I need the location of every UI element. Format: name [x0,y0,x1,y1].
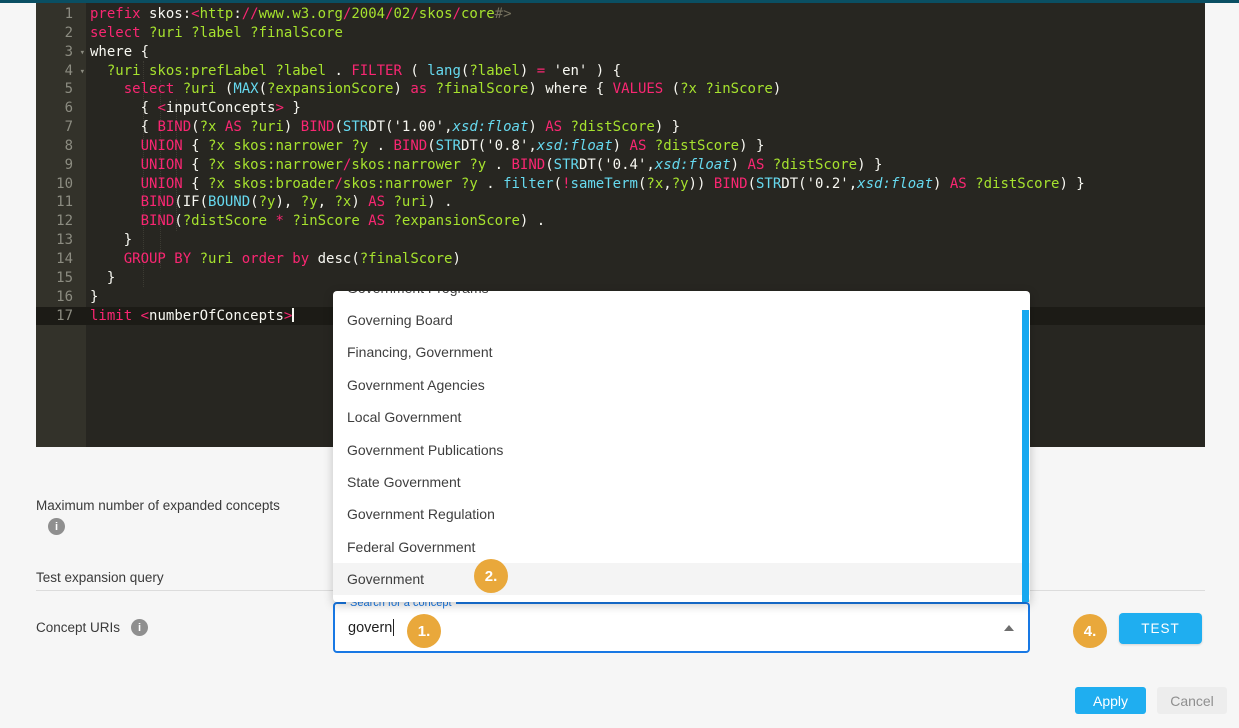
concept-search-input[interactable]: govern [348,604,394,651]
line-number: 9 [36,156,86,175]
dropdown-option[interactable]: Government Regulation [333,498,1030,530]
line-number: 5 [36,80,86,99]
concept-uris-label: Concept URIs [36,620,120,635]
line-number: 17 [36,307,86,326]
code-line[interactable]: 9 UNION { ?x skos:narrower/skos:narrower… [36,156,1205,175]
concept-search-value: govern [348,620,392,636]
code-line[interactable]: 7 { BIND(?x AS ?uri) BIND(STRDT('1.00',x… [36,118,1205,137]
fold-arrow-icon[interactable]: ▾ [80,63,85,82]
code-line[interactable]: 3▾where { [36,43,1205,62]
info-icon[interactable]: i [131,619,148,636]
fold-arrow-icon[interactable]: ▾ [80,44,85,63]
line-number: 10 [36,175,86,194]
code-line[interactable]: 6 { <inputConcepts> } [36,99,1205,118]
code-line[interactable]: 10 UNION { ?x skos:broader/skos:narrower… [36,175,1205,194]
cancel-button[interactable]: Cancel [1157,687,1227,714]
dropdown-option[interactable]: State Government [333,466,1030,498]
line-number: 4▾ [36,62,86,81]
step-badge-2: 2. [474,559,508,593]
dropdown-option[interactable]: Government Publications [333,433,1030,465]
info-icon-glyph: i [138,622,141,634]
code-line[interactable]: 13 } [36,231,1205,250]
step-badge-1: 1. [407,614,441,648]
concept-dropdown-list: Government ProgramsGoverning BoardFinanc… [333,291,1030,595]
editor-caret [292,308,294,322]
collapse-arrow-icon[interactable] [1004,625,1014,631]
dropdown-option[interactable]: Local Government [333,401,1030,433]
line-number: 2 [36,24,86,43]
line-number: 1 [36,5,86,24]
line-number: 6 [36,99,86,118]
dropdown-option[interactable]: Government Agencies [333,369,1030,401]
code-line[interactable]: 11 BIND(IF(BOUND(?y), ?y, ?x) AS ?uri) . [36,193,1205,212]
test-expansion-query-label: Test expansion query [36,570,164,585]
code-line[interactable]: 2select ?uri ?label ?finalScore [36,24,1205,43]
line-number: 8 [36,137,86,156]
code-line[interactable]: 14 GROUP BY ?uri order by desc(?finalSco… [36,250,1205,269]
line-number: 14 [36,250,86,269]
dropdown-option[interactable]: Federal Government [333,531,1030,563]
code-line[interactable]: 15 } [36,269,1205,288]
code-line[interactable]: 1prefix skos:<http://www.w3.org/2004/02/… [36,5,1205,24]
dropdown-option[interactable]: Financing, Government [333,336,1030,368]
concept-dropdown: Government ProgramsGoverning BoardFinanc… [333,291,1030,602]
info-icon-glyph: i [55,521,58,533]
code-line[interactable]: 8 UNION { ?x skos:narrower ?y . BIND(STR… [36,137,1205,156]
apply-button[interactable]: Apply [1075,687,1146,714]
line-number: 16 [36,288,86,307]
line-number: 3▾ [36,43,86,62]
code-line[interactable]: 12 BIND(?distScore * ?inScore AS ?expans… [36,212,1205,231]
step-badge-4: 4. [1073,614,1107,648]
line-number: 13 [36,231,86,250]
dropdown-option[interactable]: Government [333,563,1030,595]
dropdown-option[interactable]: Government Programs [333,291,1030,304]
line-number: 7 [36,118,86,137]
code-lines: 1prefix skos:<http://www.w3.org/2004/02/… [36,5,1205,325]
code-line[interactable]: 4▾ ?uri skos:prefLabel ?label . FILTER (… [36,62,1205,81]
dropdown-option[interactable]: Governing Board [333,304,1030,336]
line-number: 11 [36,193,86,212]
test-button[interactable]: TEST [1119,613,1202,644]
info-icon[interactable]: i [48,518,65,535]
line-number: 12 [36,212,86,231]
text-caret [393,619,394,636]
max-concepts-label: Maximum number of expanded concepts [36,498,280,513]
code-line[interactable]: 5 select ?uri (MAX(?expansionScore) as ?… [36,80,1205,99]
line-number: 15 [36,269,86,288]
dropdown-scrollbar[interactable] [1022,310,1029,602]
